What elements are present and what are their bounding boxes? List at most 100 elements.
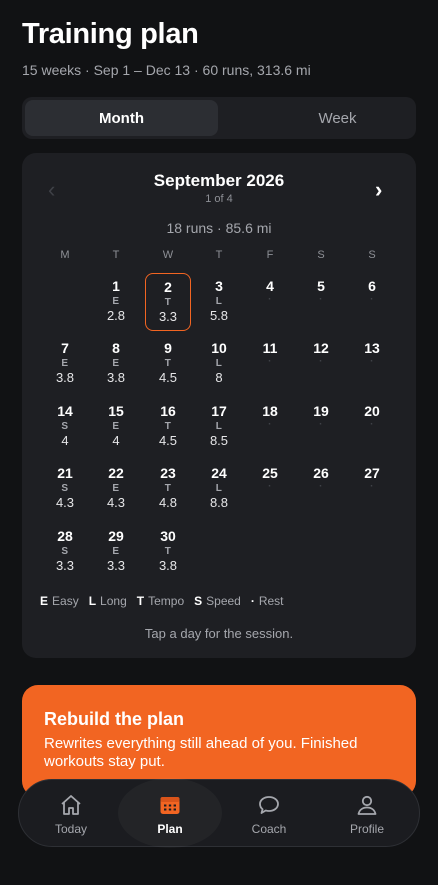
calendar-day[interactable]: 1 E 2.8 — [93, 273, 139, 331]
workout-type-code: E — [112, 296, 120, 307]
workout-type-code: E — [112, 483, 120, 494]
calendar-day[interactable]: 13 · — [349, 335, 395, 393]
workout-distance: 4.5 — [158, 370, 178, 385]
day-number: 1 — [112, 278, 120, 294]
calendar-day[interactable]: 22 E 4.3 — [93, 460, 139, 518]
calendar-day[interactable]: 3 L 5.8 — [196, 273, 242, 331]
weekday-label: T — [215, 249, 223, 261]
day-number: 2 — [164, 279, 172, 295]
legend-key: T — [136, 594, 145, 608]
workout-type-code: · — [370, 481, 374, 492]
calendar-day[interactable]: 21 S 4.3 — [42, 460, 88, 518]
calendar-day[interactable]: 17 L 8.5 — [196, 398, 242, 456]
month-index: 1 of 4 — [205, 193, 233, 205]
calendar-day[interactable]: 19 · — [298, 398, 344, 456]
calendar-day[interactable]: 14 S 4 — [42, 398, 88, 456]
legend-item: L Long — [89, 594, 127, 608]
legend-label: Long — [100, 594, 127, 608]
calendar-day[interactable]: 8 E 3.8 — [93, 335, 139, 393]
workout-type-code: L — [215, 296, 223, 307]
legend-label: Speed — [206, 594, 241, 608]
workout-type-code: · — [319, 356, 323, 367]
calendar-day[interactable]: 20 · — [349, 398, 395, 456]
calendar-day[interactable]: 18 · — [247, 398, 293, 456]
workout-type-code: S — [61, 546, 69, 557]
day-number: 11 — [262, 340, 278, 356]
calendar-day[interactable]: 25 · — [247, 460, 293, 518]
calendar-day[interactable]: 26 · — [298, 460, 344, 518]
workout-distance: 4 — [112, 433, 120, 448]
workout-type-code: E — [112, 358, 120, 369]
tab-profile-label: Profile — [349, 822, 384, 836]
workout-type-code: T — [164, 421, 172, 432]
calendar-day[interactable]: 30 T 3.8 — [145, 523, 191, 581]
month-title: September 2026 — [153, 171, 285, 190]
month-tab[interactable]: Month — [25, 100, 218, 136]
calendar-day[interactable]: 12 · — [298, 335, 344, 393]
calendar-day[interactable]: 24 L 8.8 — [196, 460, 242, 518]
weekday-label: W — [162, 249, 174, 261]
rebuild-description: Rewrites everything still ahead of you. … — [44, 735, 358, 770]
day-number: 15 — [108, 403, 124, 419]
day-number: 17 — [211, 403, 227, 419]
tab-coach-label: Coach — [251, 822, 287, 836]
workout-distance: 8.5 — [209, 433, 229, 448]
calendar-day[interactable]: 4 · — [247, 273, 293, 331]
calendar-day[interactable]: 27 · — [349, 460, 395, 518]
day-number: 28 — [57, 528, 73, 544]
workout-distance: 3.3 — [158, 309, 178, 324]
workout-type-code: · — [319, 419, 323, 430]
calendar-day[interactable]: 11 · — [247, 335, 293, 393]
calendar-day[interactable]: 9 T 4.5 — [145, 335, 191, 393]
workout-distance: 8 — [215, 370, 223, 385]
day-number: 4 — [266, 278, 274, 294]
workout-type-code: · — [370, 419, 374, 430]
workout-type-code: T — [164, 358, 172, 369]
legend-item: T Tempo — [137, 594, 184, 608]
view-toggle: Month Week — [22, 97, 416, 139]
weekday-label: T — [112, 249, 120, 261]
weekday-label: S — [368, 249, 376, 261]
page-title: Training plan — [22, 18, 199, 50]
day-number: 18 — [262, 403, 278, 419]
legend-key: E — [40, 594, 49, 608]
week-tab[interactable]: Week — [241, 100, 434, 136]
workout-type-code: T — [164, 483, 172, 494]
tab-coach[interactable]: Coach — [229, 780, 309, 846]
day-number: 29 — [108, 528, 124, 544]
calendar-day[interactable]: 23 T 4.8 — [145, 460, 191, 518]
workout-distance: 4.3 — [55, 495, 75, 510]
weekday-label: S — [317, 249, 325, 261]
day-number: 21 — [57, 465, 73, 481]
calendar-day[interactable]: 10 L 8 — [196, 335, 242, 393]
calendar-day[interactable]: 5 · — [298, 273, 344, 331]
workout-distance: 3.8 — [55, 370, 75, 385]
workout-distance: 4.3 — [106, 495, 126, 510]
chat-bubble-icon — [259, 796, 279, 814]
workout-type-code: · — [370, 356, 374, 367]
legend-item: E Easy — [40, 594, 79, 608]
day-number: 6 — [368, 278, 376, 294]
workout-type-code: T — [164, 546, 172, 557]
calendar-day[interactable]: 6 · — [349, 273, 395, 331]
home-icon — [61, 795, 81, 815]
tab-today[interactable]: Today — [31, 780, 111, 846]
tab-plan[interactable]: Plan — [130, 780, 210, 846]
legend-key: S — [194, 594, 203, 608]
workout-type-code: · — [319, 294, 323, 305]
workout-distance: 2.8 — [106, 308, 126, 323]
calendar-day[interactable]: 16 T 4.5 — [145, 398, 191, 456]
calendar-day[interactable]: 2 T 3.3 — [145, 273, 191, 331]
workout-type-code: L — [215, 358, 223, 369]
workout-distance: 3.8 — [158, 558, 178, 573]
calendar-day[interactable]: 29 E 3.3 — [93, 523, 139, 581]
workout-type-code: · — [268, 419, 272, 430]
calendar-day[interactable]: 15 E 4 — [93, 398, 139, 456]
day-number: 3 — [215, 278, 223, 294]
workout-type-code: L — [215, 421, 223, 432]
workout-type-code: E — [112, 421, 120, 432]
calendar-day[interactable]: 28 S 3.3 — [42, 523, 88, 581]
workout-distance: 4 — [61, 433, 69, 448]
tab-profile[interactable]: Profile — [327, 780, 407, 846]
calendar-day[interactable]: 7 E 3.8 — [42, 335, 88, 393]
